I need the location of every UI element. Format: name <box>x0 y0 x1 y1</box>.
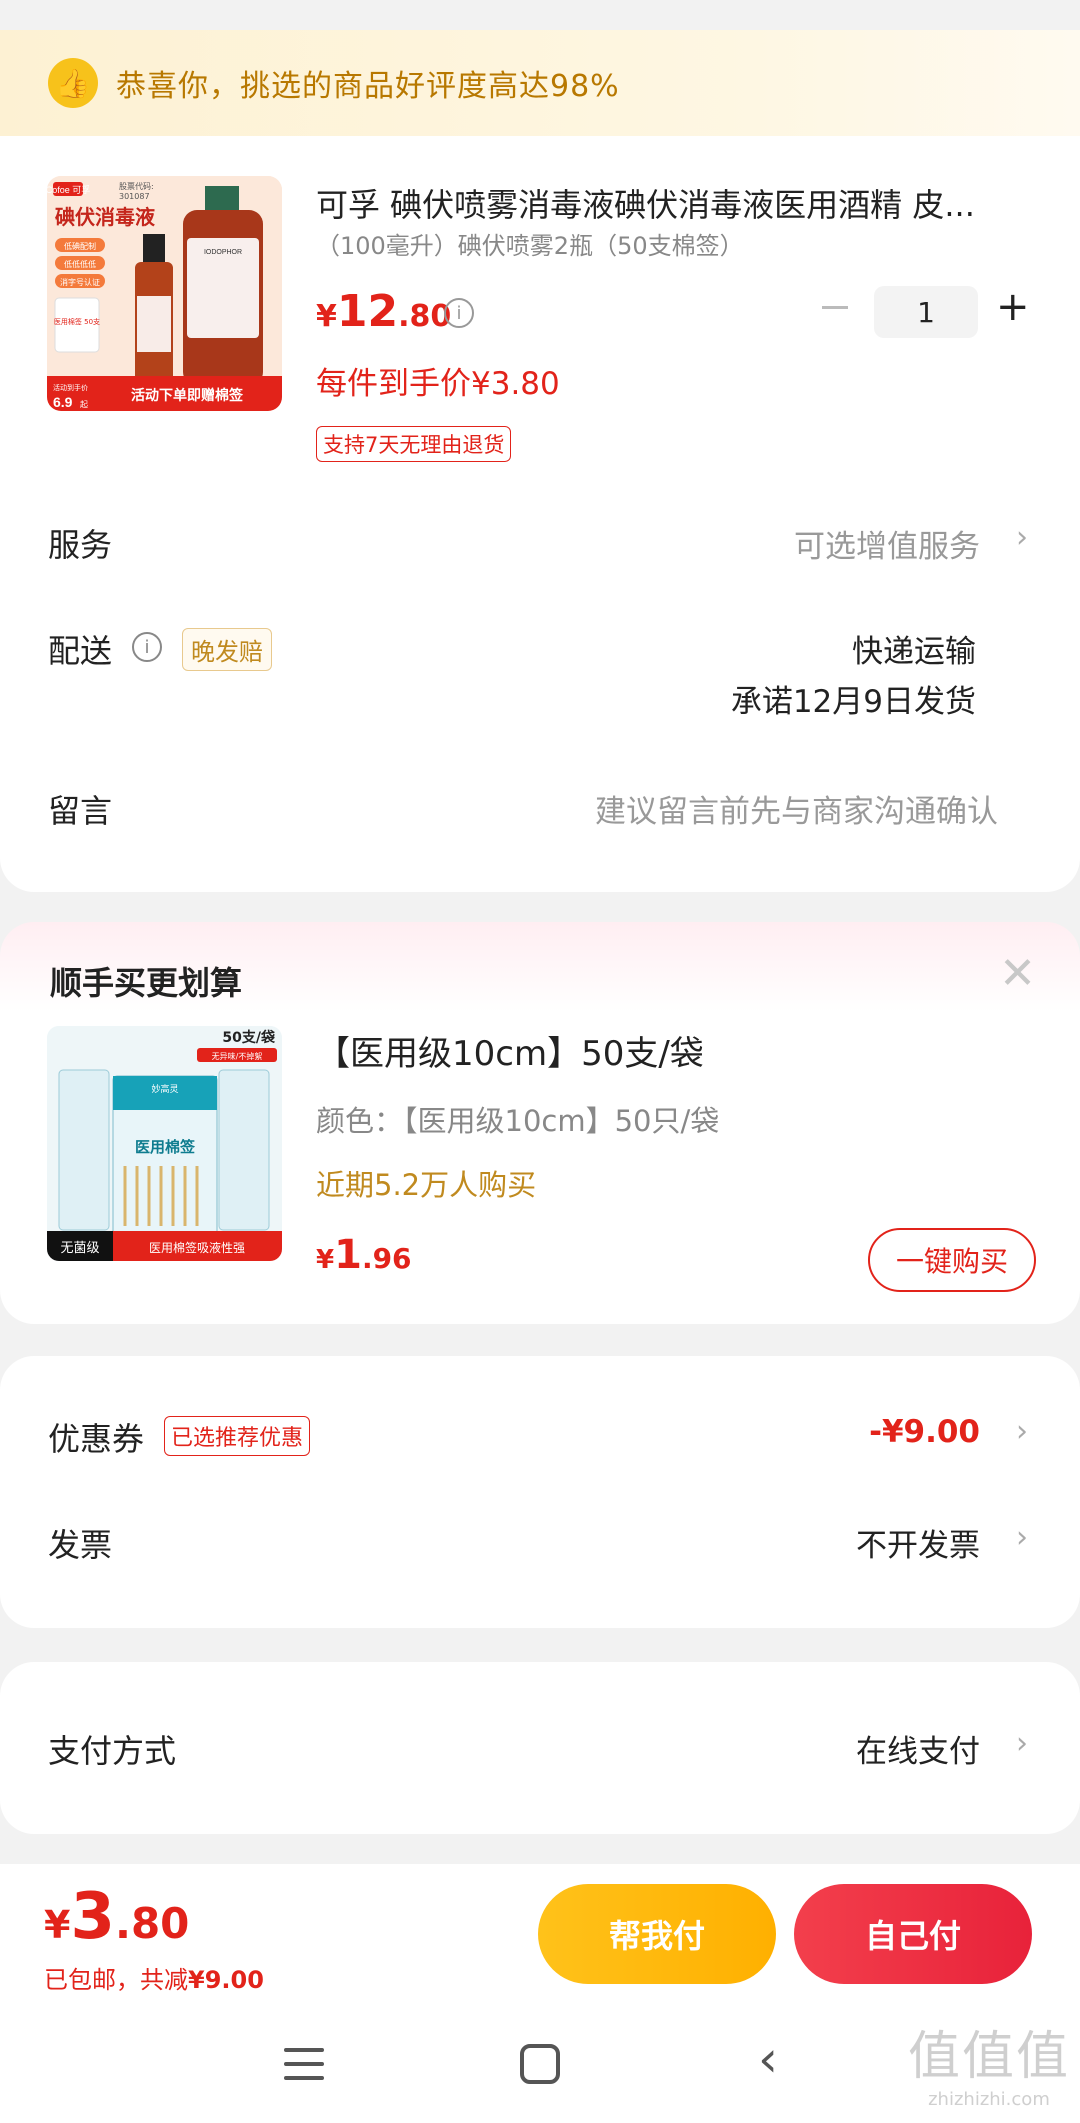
swab-name: 医用棉签 <box>135 1138 196 1156</box>
close-icon[interactable]: ✕ <box>999 948 1036 999</box>
increase-quantity-button[interactable]: + <box>996 284 1030 330</box>
quantity-input[interactable]: 1 <box>874 286 978 338</box>
invoice-chevron-icon[interactable]: › <box>1016 1520 1028 1555</box>
invoice-value[interactable]: 不开发票 <box>856 1520 980 1565</box>
total-subtext-prefix: 已包邮，共减 <box>44 1966 188 1994</box>
pay-myself-button[interactable]: 自己付 <box>794 1884 1032 1984</box>
message-label: 留言 <box>48 792 113 830</box>
promo-price: 6.9 <box>53 394 73 410</box>
total-price: ¥3.80 <box>44 1880 189 1954</box>
price-integer: 12 <box>336 286 399 337</box>
swab-badge: 无异味/不掉絮 <box>212 1051 263 1061</box>
watermark-url: zhizhizhi.com <box>928 2089 1050 2110</box>
promo-text: 活动下单即赠棉签 <box>131 387 244 404</box>
message-input[interactable]: 建议留言前先与商家沟通确认 <box>595 786 998 831</box>
stock-code-label: 股票代码: <box>119 181 154 191</box>
upsell-price-decimal: .96 <box>361 1242 412 1275</box>
payment-method-value[interactable]: 在线支付 <box>856 1726 980 1771</box>
upsell-product-title[interactable]: 【医用级10cm】50支/袋 <box>316 1026 704 1075</box>
price-symbol: ¥ <box>316 299 337 334</box>
banner-text: 恭喜你，挑选的商品好评度高达98% <box>116 69 620 104</box>
upsell-card: 顺手买更划算 ✕ 妙高灵 医用棉签 50支/袋 无异味/不掉絮 无菌级 医用棉签… <box>0 922 1080 1324</box>
service-value[interactable]: 可选增值服务 <box>794 521 980 566</box>
back-icon[interactable]: ‹ <box>758 2030 778 2088</box>
feature-1: 低碘配制 <box>64 241 96 251</box>
one-click-buy-button[interactable]: 一键购买 <box>868 1228 1036 1292</box>
feature-3: 消字号认证 <box>60 277 100 287</box>
discount-card: 优惠券 已选推荐优惠 -¥9.00 › 发票 不开发票 › <box>0 1356 1080 1628</box>
decrease-quantity-button[interactable] <box>822 306 848 309</box>
stock-code: 301087 <box>119 192 150 201</box>
product-name-art: 碘伏消毒液 <box>55 205 156 229</box>
swab-box-label: 医用棉签 50支 <box>54 317 100 326</box>
invoice-label: 发票 <box>48 1526 113 1564</box>
payment-method-label: 支付方式 <box>48 1732 177 1770</box>
promo-price-label: 活动到手价 <box>53 383 88 392</box>
checkout-bar: ¥3.80 已包邮，共减¥9.00 帮我付 自己付 <box>0 1864 1080 2004</box>
total-decimal: .80 <box>114 1899 190 1948</box>
menu-icon[interactable] <box>284 2048 324 2090</box>
payment-method-card: 支付方式 在线支付 › <box>0 1662 1080 1834</box>
service-label: 服务 <box>48 526 113 564</box>
product-image[interactable]: Cofoe 可孚 股票代码: 301087 碘伏消毒液 低碘配制 低低低低 消字… <box>47 176 282 411</box>
product-price: ¥12.80 <box>316 286 451 337</box>
price-decimal: .80 <box>398 299 452 334</box>
total-symbol: ¥ <box>44 1903 71 1947</box>
upsell-price-symbol: ¥ <box>316 1245 335 1275</box>
return-policy-tag: 支持7天无理由退货 <box>316 426 512 462</box>
iodophor-label: IODOPHOR <box>204 249 242 256</box>
upsell-price: ¥1.96 <box>316 1232 412 1278</box>
system-nav-bar: ‹ 值值值 zhizhizhi.com <box>0 2004 1080 2123</box>
product-title[interactable]: 可孚 碘伏喷雾消毒液碘伏消毒液医用酒精 皮... <box>316 180 1036 226</box>
coupon-chevron-icon[interactable]: › <box>1016 1414 1028 1449</box>
upsell-product-color[interactable]: 颜色：【医用级10cm】50只/袋 <box>316 1098 719 1140</box>
promo-price-unit: 起 <box>80 400 88 409</box>
brand-label: Cofoe 可孚 <box>47 184 90 195</box>
watermark: 值值值 zhizhizhi.com <box>908 2014 1070 2110</box>
delivery-promise: 承诺12月9日发货 <box>730 684 976 720</box>
help-me-pay-button[interactable]: 帮我付 <box>538 1884 776 1984</box>
total-integer: 3 <box>70 1880 115 1954</box>
payment-method-chevron-icon[interactable]: › <box>1016 1726 1028 1761</box>
service-chevron-icon[interactable]: › <box>1016 520 1028 555</box>
upsell-sales: 近期5.2万人购买 <box>316 1168 537 1202</box>
upsell-price-integer: 1 <box>334 1232 362 1278</box>
swab-footer-left: 无菌级 <box>60 1241 99 1256</box>
product-spec[interactable]: （100毫升）碘伏喷雾2瓶（50支棉签） <box>316 226 744 261</box>
upsell-title: 顺手买更划算 <box>50 964 243 1002</box>
swab-qty: 50支/袋 <box>222 1029 276 1046</box>
delivery-info-icon[interactable]: i <box>132 632 162 662</box>
feature-2: 低低低低 <box>64 259 96 269</box>
coupon-recommended-tag: 已选推荐优惠 <box>164 1416 311 1456</box>
upsell-product-image[interactable]: 妙高灵 医用棉签 50支/袋 无异味/不掉絮 无菌级 医用棉签吸液性强 <box>47 1026 282 1261</box>
late-compensation-tag: 晚发赔 <box>182 628 272 671</box>
order-item-card: Cofoe 可孚 股票代码: 301087 碘伏消毒液 低碘配制 低低低低 消字… <box>0 136 1080 892</box>
total-subtext: 已包邮，共减¥9.00 <box>44 1960 264 1995</box>
total-saved-amount: ¥9.00 <box>188 1966 264 1994</box>
swab-brand: 妙高灵 <box>151 1083 178 1095</box>
praise-banner: 👍 恭喜你，挑选的商品好评度高达98% <box>0 30 1080 136</box>
thumbs-up-icon: 👍 <box>48 58 98 108</box>
coupon-label: 优惠券 <box>48 1420 145 1458</box>
final-price: 每件到手价¥3.80 <box>316 366 560 402</box>
delivery-method: 快递运输 <box>852 634 976 670</box>
home-icon[interactable] <box>520 2044 560 2084</box>
coupon-value[interactable]: -¥9.00 <box>869 1414 980 1450</box>
watermark-logo: 值值值 <box>907 2027 1070 2087</box>
price-info-icon[interactable]: i <box>444 298 474 328</box>
swab-footer-right: 医用棉签吸液性强 <box>149 1240 245 1255</box>
delivery-label: 配送 <box>48 632 113 670</box>
